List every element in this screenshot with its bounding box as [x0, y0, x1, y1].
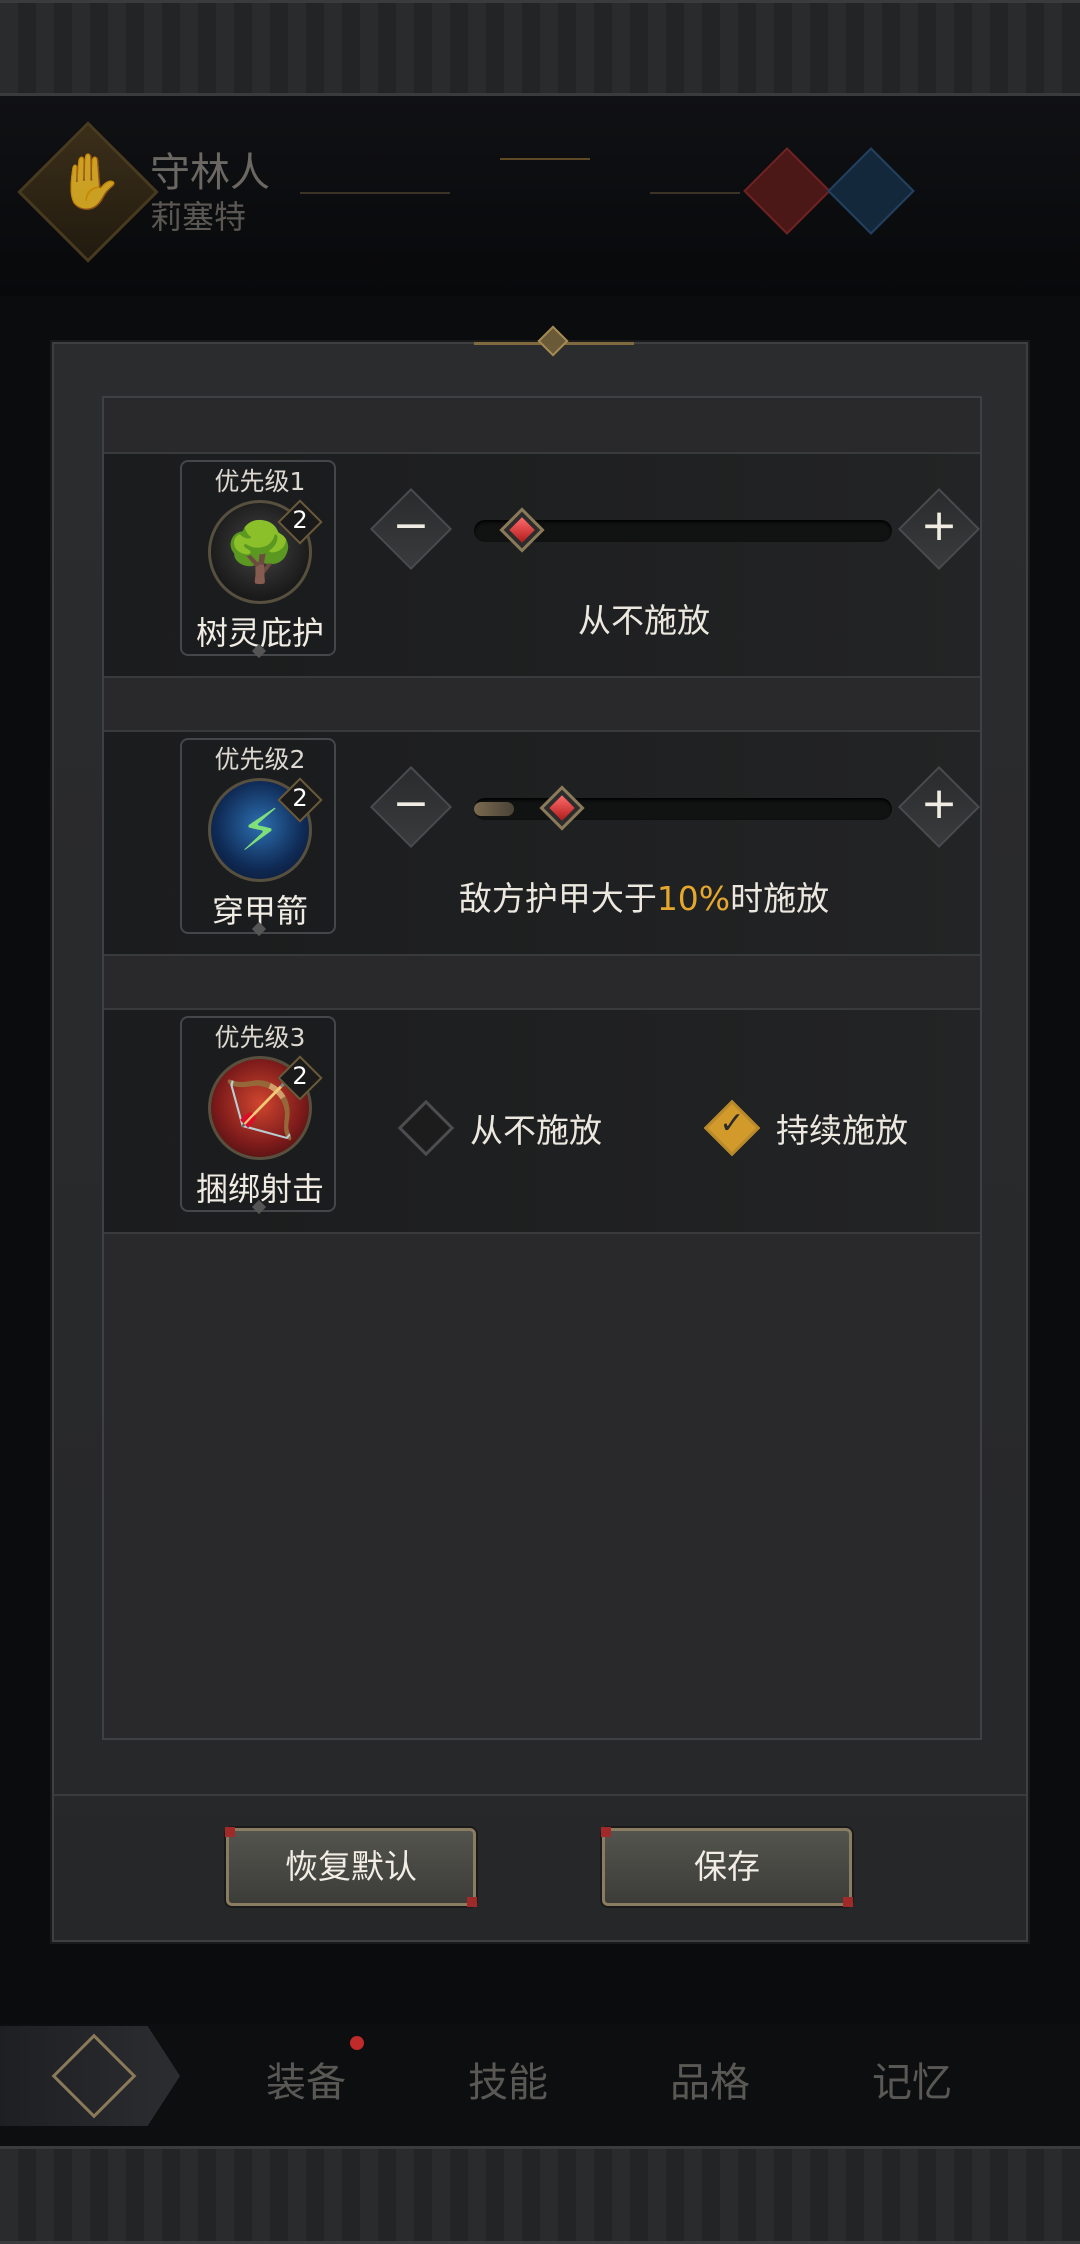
level-badge: 2	[277, 499, 323, 545]
option-always-cast[interactable]: ✓ 持续施放	[700, 1096, 908, 1160]
tab-character[interactable]: 品格	[640, 2050, 780, 2108]
character-name: 莉塞特	[150, 198, 247, 236]
decrease-button[interactable]: −	[369, 487, 453, 571]
bottom-frame	[0, 2146, 1080, 2244]
check-icon: ✓	[719, 1106, 745, 1141]
cast-condition-text: 敌方护甲大于10%时施放	[458, 879, 830, 918]
tab-memory[interactable]: 记忆	[842, 2050, 982, 2108]
skill-card[interactable]: 优先级3 🏹 2 捆绑射击	[180, 1016, 336, 1215]
priority-label: 优先级3	[214, 1023, 306, 1052]
skill-card[interactable]: 优先级2 ⚡ 2 穿甲箭	[180, 738, 336, 937]
skill-row: 优先级2 ⚡ 2 穿甲箭 − + 敌方护甲大于10%时施放	[104, 730, 981, 956]
footer-divider	[54, 1794, 1026, 1796]
threshold-value: 10%	[656, 879, 731, 918]
option-label: 持续施放	[776, 1111, 908, 1150]
class-name: 守林人	[150, 150, 270, 196]
slider-thumb[interactable]	[538, 784, 586, 832]
level-badge: 2	[277, 777, 323, 823]
tab-equipment[interactable]: 装备	[236, 2050, 376, 2108]
dialog-top-ornament	[537, 325, 569, 357]
skill-priority-dialog: 优先级1 🌳 2 树灵庇护 − + 从不施放 优先级2 ⚡ 2 穿甲箭 − + …	[52, 325, 1028, 1942]
option-label: 从不施放	[470, 1111, 602, 1150]
notification-dot	[350, 2036, 364, 2050]
header-divider	[300, 192, 450, 194]
palm-icon: ✋	[56, 150, 124, 213]
cast-condition-text: 从不施放	[578, 601, 710, 640]
skill-row: 优先级3 🏹 2 捆绑射击 从不施放 ✓ 持续施放	[104, 1008, 980, 1234]
increase-button[interactable]: +	[897, 487, 981, 571]
priority-label: 优先级2	[214, 745, 306, 774]
slider-thumb[interactable]	[498, 506, 546, 554]
cast-threshold-slider[interactable]	[474, 798, 892, 820]
reset-default-button[interactable]: 恢复默认	[225, 1827, 477, 1907]
skill-card[interactable]: 优先级1 🌳 2 树灵庇护	[180, 460, 336, 659]
priority-label: 优先级1	[214, 467, 306, 496]
tab-skills[interactable]: 技能	[438, 2050, 578, 2108]
decrease-button[interactable]: −	[369, 765, 453, 849]
top-frame	[0, 0, 1080, 96]
slider-fill	[474, 802, 514, 816]
header-divider	[650, 192, 740, 194]
increase-button[interactable]: +	[897, 765, 981, 849]
radio-box[interactable]: ✓	[700, 1096, 764, 1160]
option-never-cast[interactable]: 从不施放	[394, 1096, 602, 1160]
skill-row: 优先级1 🌳 2 树灵庇护 − + 从不施放	[104, 452, 981, 678]
header-ornament	[500, 100, 590, 160]
level-badge: 2	[277, 1055, 323, 1101]
radio-box[interactable]	[394, 1096, 458, 1160]
save-button[interactable]: 保存	[601, 1827, 853, 1907]
